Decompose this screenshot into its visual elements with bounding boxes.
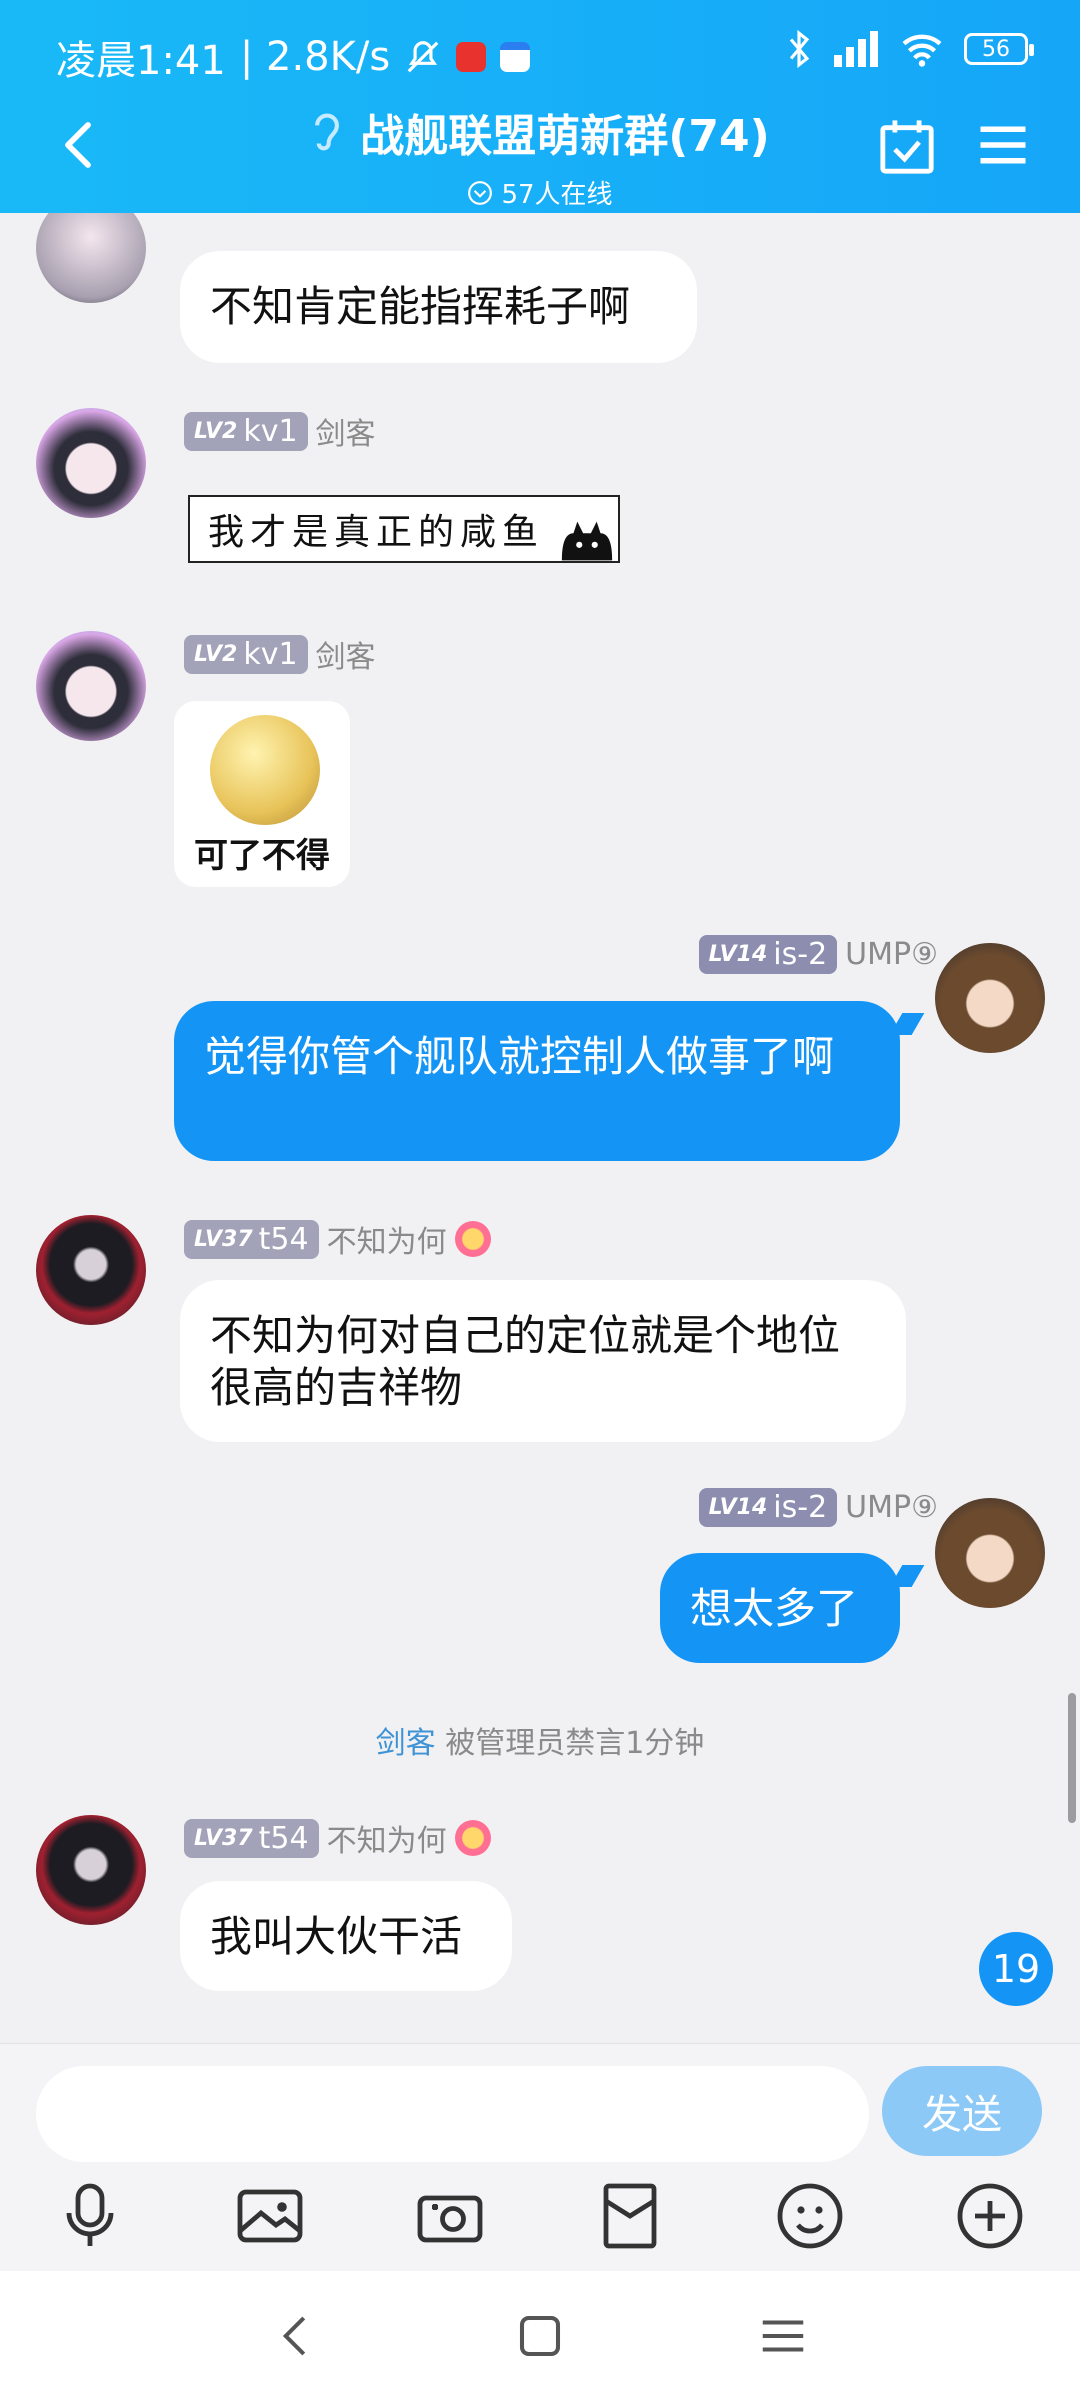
sticker-image[interactable]: 我才是真正的咸鱼 — [188, 495, 620, 563]
sender-name: UMP⑨ — [845, 937, 938, 972]
sticker-image[interactable]: 可了不得 — [174, 701, 350, 887]
emoji-icon[interactable] — [774, 2180, 846, 2252]
status-time: 凌晨1:41 — [56, 38, 226, 84]
battery-icon: 56 — [964, 33, 1034, 65]
red-packet-icon[interactable] — [594, 2180, 666, 2252]
sender-name: 剑客 — [315, 640, 376, 675]
system-notice-text: 被管理员禁言1分钟 — [445, 1726, 705, 1761]
send-button[interactable]: 发送 — [882, 2066, 1042, 2156]
smiley-face — [210, 715, 320, 825]
mute-icon — [407, 41, 439, 73]
sender-meta: LV37 t54 不知为何 — [184, 1217, 491, 1261]
signal-icon — [834, 31, 878, 67]
system-notice: 剑客 被管理员禁言1分钟 — [0, 1718, 1080, 1762]
system-nav-bar — [0, 2271, 1080, 2400]
sender-name: UMP⑨ — [845, 1490, 938, 1525]
menu-icon[interactable] — [976, 118, 1030, 172]
message-bubble[interactable]: 我叫大伙干活 — [180, 1881, 512, 1991]
message-list[interactable]: 不知肯定能指挥耗子啊 LV2 kv1 剑客 我才是真正的咸鱼 LV2 kv1 剑客 … — [0, 213, 1080, 2043]
input-bar: 发送 — [0, 2043, 1080, 2271]
status-bar: 凌晨1:41 | 2.8K/s 56 — [0, 0, 1080, 100]
sender-meta: LV2 kv1 剑客 — [184, 409, 376, 453]
sticker-caption: 可了不得 — [194, 836, 330, 876]
chevron-down-circle-icon — [468, 180, 493, 205]
message-input[interactable] — [36, 2066, 869, 2162]
page-title: 战舰联盟萌新群(74) — [360, 111, 770, 162]
plus-icon[interactable] — [954, 2180, 1026, 2252]
sender-name: 不知为何 — [326, 1824, 447, 1859]
battery-level: 56 — [982, 36, 1010, 62]
avatar[interactable] — [935, 1498, 1045, 1608]
network-speed: | 2.8K/s — [239, 34, 391, 80]
message-bubble[interactable]: 想太多了 — [660, 1553, 900, 1663]
level-badge: LV37 t54 — [184, 1219, 319, 1259]
avatar[interactable] — [36, 1815, 146, 1925]
nav-back-icon[interactable] — [270, 2309, 324, 2363]
avatar[interactable] — [36, 213, 146, 303]
message-bubble[interactable]: 不知肯定能指挥耗子啊 — [180, 251, 697, 363]
unread-count-badge[interactable]: 19 — [979, 1932, 1053, 2006]
level-badge: LV14 is-2 — [698, 1488, 838, 1527]
wifi-icon — [902, 34, 942, 67]
avatar[interactable] — [36, 1215, 146, 1325]
calendar-check-icon[interactable] — [878, 118, 936, 176]
nav-recents-icon[interactable] — [756, 2309, 810, 2363]
sticker-text: 我才是真正的咸鱼 — [208, 512, 545, 553]
calendar-app-icon — [500, 42, 531, 72]
netease-music-icon — [456, 42, 487, 72]
sender-name: 不知为何 — [326, 1225, 447, 1260]
nav-home-icon[interactable] — [513, 2309, 567, 2363]
avatar[interactable] — [36, 631, 146, 741]
image-icon[interactable] — [234, 2180, 306, 2252]
avatar[interactable] — [935, 943, 1045, 1053]
muted-user-link[interactable]: 剑客 — [376, 1726, 436, 1761]
level-badge: LV2 kv1 — [184, 411, 308, 451]
sender-meta: LV37 t54 不知为何 — [184, 1816, 491, 1860]
black-cat-icon — [561, 521, 613, 561]
bluetooth-icon — [789, 30, 810, 68]
message-bubble[interactable]: 觉得你管个舰队就控制人做事了啊 — [174, 1001, 900, 1161]
level-badge: LV37 t54 — [184, 1818, 319, 1858]
flower-emoji-icon — [454, 1221, 491, 1257]
camera-icon[interactable] — [414, 2180, 486, 2252]
scrollbar[interactable] — [1068, 1693, 1076, 1823]
chat-header: 凌晨1:41 | 2.8K/s 56 战舰联盟萌新群(74) 57人在线 — [0, 0, 1080, 213]
message-bubble[interactable]: 不知为何对自己的定位就是个地位很高的吉祥物 — [180, 1280, 906, 1442]
flower-emoji-icon — [454, 1820, 491, 1856]
sender-meta: LV14 is-2 UMP⑨ — [698, 935, 938, 974]
sender-meta: LV2 kv1 剑客 — [184, 632, 376, 676]
bubble-tail — [889, 1013, 925, 1035]
avatar[interactable] — [36, 408, 146, 518]
microphone-icon[interactable] — [54, 2180, 126, 2252]
level-badge: LV2 kv1 — [184, 634, 308, 674]
online-count: 57人在线 — [501, 180, 613, 210]
sender-meta: LV14 is-2 UMP⑨ — [698, 1488, 938, 1527]
level-badge: LV14 is-2 — [698, 935, 838, 974]
sender-name: 剑客 — [315, 417, 376, 452]
bubble-tail — [889, 1565, 925, 1587]
ear-icon — [315, 113, 340, 151]
